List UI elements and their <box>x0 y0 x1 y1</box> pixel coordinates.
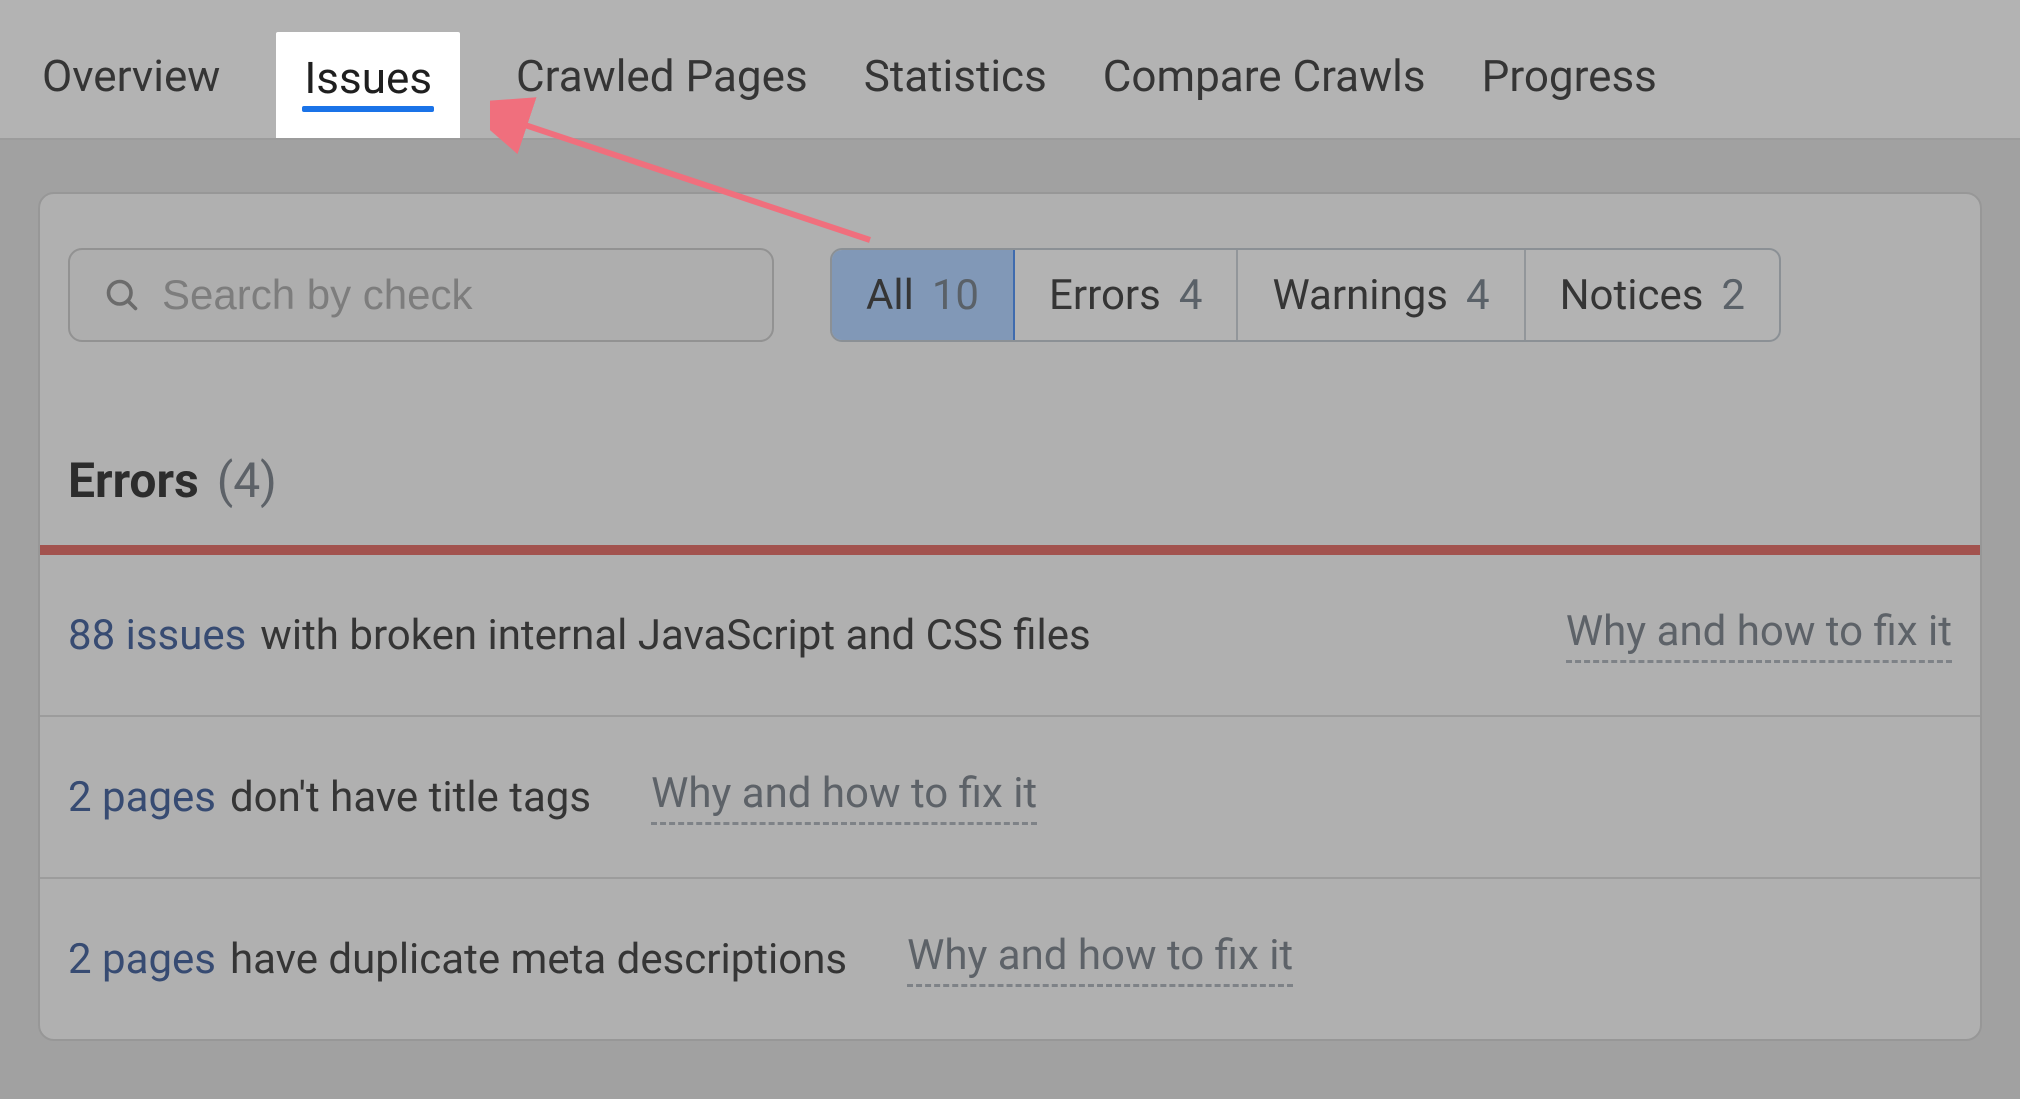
filter-label: Warnings <box>1272 271 1448 320</box>
section-title: Errors <box>68 452 199 509</box>
issue-count-link[interactable]: 88 issues <box>68 611 246 660</box>
filter-count: 4 <box>1179 271 1203 320</box>
issue-description: don't have title tags <box>230 773 591 822</box>
section-divider <box>40 545 1980 555</box>
tab-compare-crawls[interactable]: Compare Crawls <box>1103 30 1426 138</box>
issue-row: 2 pages have duplicate meta descriptions… <box>40 879 1980 1039</box>
filter-count: 4 <box>1466 271 1490 320</box>
search-icon <box>104 277 140 313</box>
tab-issues[interactable]: Issues <box>276 32 460 138</box>
issue-count-link[interactable]: 2 pages <box>68 773 216 822</box>
issue-row: 2 pages don't have title tags Why and ho… <box>40 717 1980 879</box>
search-input[interactable] <box>162 271 738 319</box>
issues-panel: All 10 Errors 4 Warnings 4 Notices 2 E <box>38 192 1982 1041</box>
section-count: (4) <box>217 452 277 509</box>
search-box[interactable] <box>68 248 774 342</box>
fix-link[interactable]: Why and how to fix it <box>651 769 1037 825</box>
fix-link[interactable]: Why and how to fix it <box>1566 607 1952 663</box>
filter-errors[interactable]: Errors 4 <box>1015 250 1238 340</box>
tab-bar: Overview Issues Crawled Pages Statistics… <box>0 0 2020 140</box>
issue-description: have duplicate meta descriptions <box>230 935 847 984</box>
section-heading: Errors (4) <box>40 342 1980 545</box>
issue-row: 88 issues with broken internal JavaScrip… <box>40 555 1980 717</box>
filter-group: All 10 Errors 4 Warnings 4 Notices 2 <box>830 248 1781 342</box>
controls-row: All 10 Errors 4 Warnings 4 Notices 2 <box>40 248 1980 342</box>
tab-crawled-pages[interactable]: Crawled Pages <box>516 30 808 138</box>
filter-count: 2 <box>1721 271 1745 320</box>
filter-count: 10 <box>932 271 979 320</box>
filter-label: All <box>866 271 914 320</box>
issue-description: with broken internal JavaScript and CSS … <box>260 611 1090 660</box>
filter-label: Errors <box>1049 271 1161 320</box>
tab-statistics[interactable]: Statistics <box>864 30 1047 138</box>
filter-label: Notices <box>1560 271 1704 320</box>
issue-count-link[interactable]: 2 pages <box>68 935 216 984</box>
tab-overview[interactable]: Overview <box>42 30 220 138</box>
filter-notices[interactable]: Notices 2 <box>1526 250 1779 340</box>
filter-warnings[interactable]: Warnings 4 <box>1238 250 1525 340</box>
filter-all[interactable]: All 10 <box>830 248 1015 342</box>
fix-link[interactable]: Why and how to fix it <box>907 931 1293 987</box>
tab-progress[interactable]: Progress <box>1482 30 1657 138</box>
